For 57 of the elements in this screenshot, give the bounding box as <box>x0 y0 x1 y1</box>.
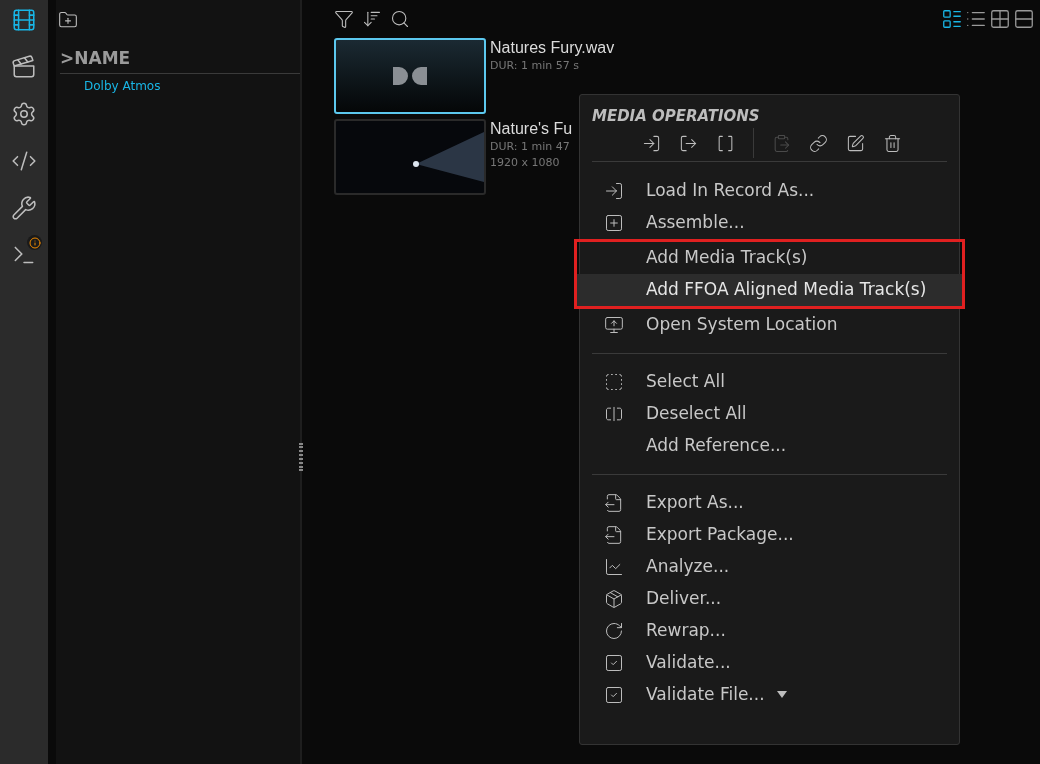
export-file-icon <box>604 524 624 545</box>
rail-button[interactable] <box>10 6 38 34</box>
menu-item[interactable]: Open System Location <box>592 308 947 341</box>
rotate-icon <box>604 620 624 641</box>
media-duration: DUR: 1 min 57 s <box>490 58 580 74</box>
search-icon[interactable] <box>390 9 410 29</box>
comet-drawing <box>413 132 484 182</box>
menu-item[interactable]: Validate File... <box>592 678 947 711</box>
menu-item[interactable]: Select All <box>592 365 947 398</box>
unload-icon[interactable] <box>679 133 698 153</box>
resize-handle[interactable] <box>299 443 303 471</box>
media-title: Natures Fury.wav <box>490 38 615 58</box>
menu-item[interactable]: Load In Record As... <box>592 174 947 207</box>
export-file-icon <box>604 492 624 513</box>
menu-item[interactable]: Validate... <box>592 646 947 679</box>
caret-icon <box>776 691 787 698</box>
checkbox-icon <box>604 684 624 705</box>
menu-item[interactable]: Rewrap... <box>592 614 947 647</box>
load-icon <box>604 180 624 201</box>
upload-icon <box>604 314 624 335</box>
rail-button[interactable] <box>10 100 38 128</box>
new-folder-icon[interactable] <box>58 10 78 30</box>
checkbox-icon <box>604 652 624 673</box>
video-thumbnail[interactable] <box>334 119 486 195</box>
logo-mark-drawing <box>393 67 427 85</box>
grid-icon[interactable] <box>988 7 1012 31</box>
link-icon[interactable] <box>809 133 828 153</box>
edit-icon[interactable] <box>846 133 865 153</box>
menu-item[interactable]: Analyze... <box>592 550 947 583</box>
menu-item[interactable]: Deselect All <box>592 397 947 430</box>
menu-item[interactable]: Add Reference... <box>592 429 947 462</box>
load-icon[interactable] <box>642 133 661 153</box>
tiles-icon[interactable] <box>1012 7 1036 31</box>
menu-item[interactable]: Assemble... <box>592 206 947 239</box>
package-icon <box>604 588 624 609</box>
dashed-square-icon <box>604 371 624 392</box>
film-strip-icon <box>11 7 37 33</box>
menu-item[interactable]: Export As... <box>592 486 947 519</box>
sort-icon[interactable] <box>362 9 382 29</box>
menu-item[interactable]: Export Package... <box>592 518 947 551</box>
line-chart-icon <box>604 556 624 577</box>
media-resolution: 1920 x 1080 <box>490 155 561 171</box>
trash-icon[interactable] <box>883 133 902 153</box>
tools-icon <box>11 195 37 221</box>
filter-icon[interactable] <box>334 9 354 29</box>
menu-title: MEDIA OPERATIONS <box>592 106 761 127</box>
menu-item[interactable]: Deliver... <box>592 582 947 615</box>
list-thumbnails-icon[interactable] <box>940 7 964 31</box>
brackets-icon[interactable] <box>716 133 735 153</box>
info-badge <box>27 235 42 250</box>
media-duration: DUR: 1 min 47 <box>490 139 571 155</box>
settings-icon <box>11 101 37 127</box>
rail-button[interactable] <box>10 194 38 222</box>
media-title: Nature's Fu <box>490 119 573 139</box>
tree-item[interactable]: Dolby Atmos <box>84 76 300 95</box>
menu-item[interactable]: Add FFOA Aligned Media Track(s) <box>574 273 965 309</box>
audio-thumbnail[interactable] <box>334 38 486 114</box>
